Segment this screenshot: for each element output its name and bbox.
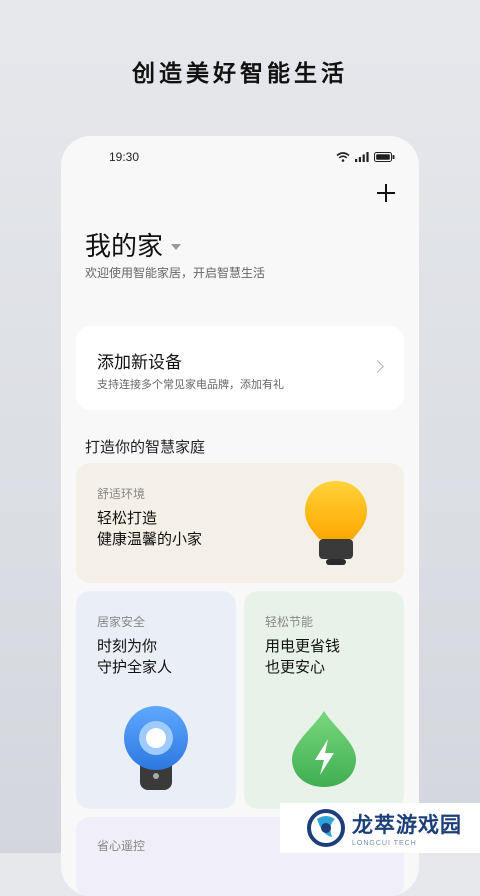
chevron-right-icon [371, 360, 384, 373]
add-icon[interactable] [375, 182, 397, 204]
battery-icon [374, 152, 395, 162]
signal-icon [355, 152, 369, 162]
comfort-line-2: 健康温馨的小家 [97, 531, 203, 548]
wifi-icon [336, 152, 350, 162]
remote-label: 省心遥控 [97, 839, 146, 853]
energy-headline: 用电更省钱 也更安心 [265, 636, 340, 678]
safety-headline: 时刻为你 守护全家人 [97, 636, 172, 678]
add-device-subtitle: 支持连接多个常见家电品牌，添加有礼 [97, 379, 284, 391]
home-subtitle: 欢迎使用智能家居，开启智慧生活 [85, 266, 266, 280]
safety-line-1: 时刻为你 [97, 638, 158, 655]
comfort-label: 舒适环境 [97, 487, 146, 501]
home-title: 我的家 [85, 231, 164, 261]
safety-label: 居家安全 [97, 615, 146, 629]
add-device-card[interactable]: 添加新设备 支持连接多个常见家电品牌，添加有礼 [76, 326, 404, 410]
brand-logo-icon [307, 809, 345, 847]
watermark-name: 龙萃游戏园 [352, 814, 462, 837]
status-bar: 19:30 [61, 150, 419, 166]
caret-down-icon [171, 243, 182, 250]
energy-line-2: 也更安心 [265, 659, 326, 676]
energy-drop-icon [292, 711, 356, 787]
security-camera-icon [124, 706, 188, 790]
energy-label: 轻松节能 [265, 615, 314, 629]
promo-headline: 创造美好智能生活 [132, 60, 348, 86]
comfort-line-1: 轻松打造 [97, 510, 158, 527]
safety-card[interactable]: 居家安全 时刻为你 守护全家人 [76, 591, 236, 809]
energy-line-1: 用电更省钱 [265, 638, 341, 655]
lightbulb-icon [305, 481, 367, 565]
status-time: 19:30 [109, 150, 140, 164]
watermark-tagline: LONGCUI TECH [352, 840, 417, 847]
energy-card[interactable]: 轻松节能 用电更省钱 也更安心 [244, 591, 404, 809]
add-device-title: 添加新设备 [97, 353, 182, 372]
safety-line-2: 守护全家人 [97, 659, 173, 676]
watermark: 龙萃游戏园 LONGCUI TECH [280, 803, 480, 853]
status-icons [336, 152, 395, 162]
phone-screen: 19:30 我的家 欢迎使用智能家居，开启智慧生活 添加新设备 支持连接多个常见… [61, 136, 419, 896]
comfort-headline: 轻松打造 健康温馨的小家 [97, 508, 202, 550]
home-selector[interactable]: 我的家 [85, 226, 182, 263]
comfort-card[interactable]: 舒适环境 轻松打造 健康温馨的小家 [76, 463, 404, 583]
section-title: 打造你的智慧家庭 [85, 439, 206, 456]
